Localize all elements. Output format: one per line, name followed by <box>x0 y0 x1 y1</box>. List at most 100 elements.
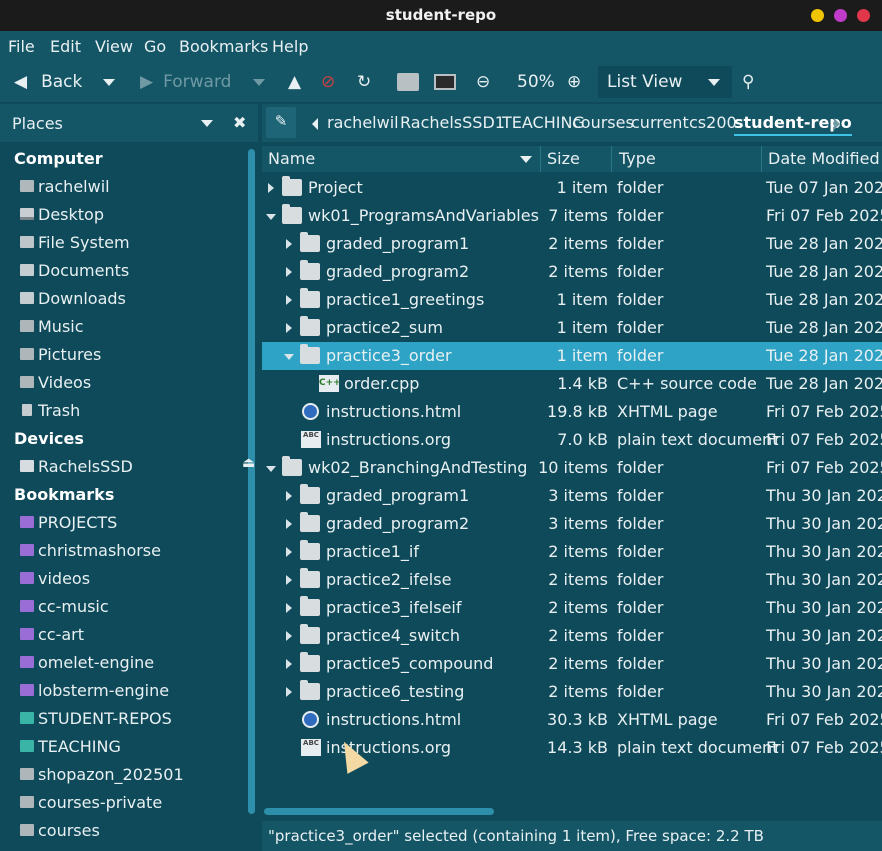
sidebar-item-videos-bookmark[interactable]: videos <box>20 567 90 589</box>
back-button[interactable]: ◀ Back <box>14 62 82 102</box>
table-row[interactable]: graded_program2 2 items folder Tue 28 Jan 2… <box>262 258 882 286</box>
column-date-modified[interactable]: Date Modified <box>768 149 880 168</box>
sidebar-item-music[interactable]: Music <box>20 315 84 337</box>
sidebar-item-shopazon[interactable]: shopazon_202501 <box>20 763 184 785</box>
column-type[interactable]: Type <box>619 149 656 168</box>
sidebar-item-pictures[interactable]: Pictures <box>20 343 101 365</box>
menu-edit[interactable]: Edit <box>50 37 81 56</box>
table-row[interactable]: practice3_ifelseif 2 items folder Thu 30 Ja… <box>262 594 882 622</box>
table-row[interactable]: wk02_BranchingAndTesting 10 items folder Fr… <box>262 454 882 482</box>
forward-button[interactable]: ▶ Forward <box>140 62 231 102</box>
table-row[interactable]: practice6_testing 2 items folder Thu 30 Jan… <box>262 678 882 706</box>
minimize-button[interactable] <box>811 9 824 22</box>
folder-icon <box>20 544 34 556</box>
section-computer: Computer <box>14 149 103 168</box>
table-row[interactable]: practice4_switch 2 items folder Thu 30 Jan … <box>262 622 882 650</box>
sidebar-item-file-system[interactable]: File System <box>20 231 130 253</box>
forward-history-dropdown[interactable] <box>253 62 265 102</box>
menu-go[interactable]: Go <box>144 37 166 56</box>
eject-icon[interactable]: ⏏ <box>242 455 255 471</box>
stop-button[interactable]: ⊘ <box>321 62 335 102</box>
reload-button[interactable]: ↻ <box>357 62 371 102</box>
sidebar-item-courses[interactable]: courses <box>20 819 100 841</box>
crumb-current[interactable]: current <box>631 113 689 132</box>
breadcrumb-scroll-left-icon[interactable] <box>312 118 318 130</box>
table-row[interactable]: instructions.html 30.3 kB XHTML page Fri 07… <box>262 706 882 734</box>
sidebar-scrollbar[interactable] <box>248 149 255 814</box>
crumb-rachelwil[interactable]: rachelwil <box>327 113 399 132</box>
up-button[interactable]: ▲ <box>288 62 301 102</box>
table-row[interactable]: practice1_if2 itemsfolderThu 30 Jan 2025 <box>262 538 882 566</box>
table-row[interactable]: practice5_compound 2 items folder Thu 30 Ja… <box>262 650 882 678</box>
table-row[interactable]: graded_program2 3 items folder Thu 30 Jan 2… <box>262 510 882 538</box>
sidebar: Places ✖ Computer rachelwil Desktop File… <box>0 104 258 851</box>
table-row[interactable]: practice1_greetings 1 item folder Tue 28 Ja… <box>262 286 882 314</box>
view-mode-label: List View <box>607 72 683 92</box>
sidebar-item-videos[interactable]: Videos <box>20 371 91 393</box>
horizontal-scrollbar[interactable] <box>264 808 494 815</box>
computer-icon <box>434 74 456 90</box>
close-sidebar-icon[interactable]: ✖ <box>233 113 246 132</box>
sidebar-item-cc-music[interactable]: cc-music <box>20 595 109 617</box>
status-bar: "practice3_order" selected (containing 1… <box>262 821 882 851</box>
zoom-out-button[interactable]: ⊖ <box>476 62 490 102</box>
text-file-icon: ABC <box>301 739 321 756</box>
sidebar-item-rachelsssd[interactable]: RachelsSSD ⏏ <box>20 455 255 477</box>
zoom-in-button[interactable]: ⊕ <box>567 62 581 102</box>
table-row[interactable]: Project1 itemfolderTue 07 Jan 2025 0 <box>262 174 882 202</box>
table-row-selected[interactable]: practice3_order 1 item folder Tue 28 Jan 20… <box>262 342 882 370</box>
table-row[interactable]: practice2_sum 1 item folder Tue 28 Jan 2025 <box>262 314 882 342</box>
home-button[interactable] <box>397 62 419 102</box>
sidebar-item-trash[interactable]: Trash <box>20 399 80 421</box>
crumb-rachelsssd1[interactable]: RachelsSSD1 <box>400 113 505 132</box>
back-history-dropdown[interactable] <box>103 62 115 102</box>
computer-button[interactable] <box>434 62 456 102</box>
close-button[interactable] <box>857 9 870 22</box>
html-file-icon <box>302 403 319 420</box>
table-row[interactable]: C++ order.cpp 1.4 kB C++ source code Tue 28 … <box>262 370 882 398</box>
search-button[interactable]: ⚲ <box>742 62 754 102</box>
column-name[interactable]: Name <box>268 149 315 168</box>
sidebar-item-documents[interactable]: Documents <box>20 259 129 281</box>
menu-bar: File Edit View Go Bookmarks Help <box>0 31 882 62</box>
column-header: Name Size Type Date Modified <box>262 146 882 172</box>
menu-view[interactable]: View <box>95 37 133 56</box>
sidebar-item-downloads[interactable]: Downloads <box>20 287 126 309</box>
sidebar-item-courses-private[interactable]: courses-private <box>20 791 162 813</box>
table-row[interactable]: graded_program1 2 items folder Tue 28 Jan 2… <box>262 230 882 258</box>
edit-path-button[interactable]: ✎ <box>266 107 296 138</box>
crumb-courses[interactable]: courses <box>572 113 634 132</box>
view-mode-select[interactable]: List View <box>598 66 732 98</box>
file-list: Project1 itemfolderTue 07 Jan 2025 0 wk0… <box>262 174 882 804</box>
sidebar-item-teaching[interactable]: TEACHING <box>20 735 121 757</box>
crumb-cs200[interactable]: cs200 <box>689 113 737 132</box>
menu-bookmarks[interactable]: Bookmarks <box>179 37 268 56</box>
sidebar-item-rachelwil[interactable]: rachelwil <box>20 175 110 197</box>
table-row[interactable]: ABC instructions.org 7.0 kB plain text docu… <box>262 426 882 454</box>
maximize-button[interactable] <box>834 9 847 22</box>
folder-icon <box>20 768 34 780</box>
sidebar-item-omelet-engine[interactable]: omelet-engine <box>20 651 154 673</box>
table-row[interactable]: instructions.html 19.8 kB XHTML page Fri 07… <box>262 398 882 426</box>
folder-icon <box>20 684 34 696</box>
menu-file[interactable]: File <box>8 37 35 56</box>
sidebar-item-student-repos[interactable]: STUDENT-REPOS <box>20 707 172 729</box>
menu-help[interactable]: Help <box>272 37 308 56</box>
table-row[interactable]: graded_program1 3 items folder Thu 30 Jan 2… <box>262 482 882 510</box>
table-row[interactable]: wk01_ProgramsAndVariables 7 items folder Fr… <box>262 202 882 230</box>
sidebar-item-cc-art[interactable]: cc-art <box>20 623 84 645</box>
sidebar-item-christmashorse[interactable]: christmashorse <box>20 539 161 561</box>
folder-icon <box>300 652 320 672</box>
title-bar: student-repo <box>0 0 882 31</box>
folder-icon <box>20 796 34 808</box>
sidebar-item-projects[interactable]: PROJECTS <box>20 511 117 533</box>
column-size[interactable]: Size <box>547 149 580 168</box>
zoom-out-icon: ⊖ <box>476 72 491 92</box>
breadcrumb-scroll-right-icon[interactable] <box>834 118 840 130</box>
downloads-folder-icon <box>20 292 34 304</box>
table-row[interactable]: practice2_ifelse 2 items folder Thu 30 Jan … <box>262 566 882 594</box>
sidebar-item-lobsterm-engine[interactable]: lobsterm-engine <box>20 679 169 701</box>
cpp-file-icon: C++ <box>319 375 341 392</box>
sidebar-item-desktop[interactable]: Desktop <box>20 203 104 225</box>
places-dropdown-chevron-icon[interactable] <box>201 120 213 127</box>
